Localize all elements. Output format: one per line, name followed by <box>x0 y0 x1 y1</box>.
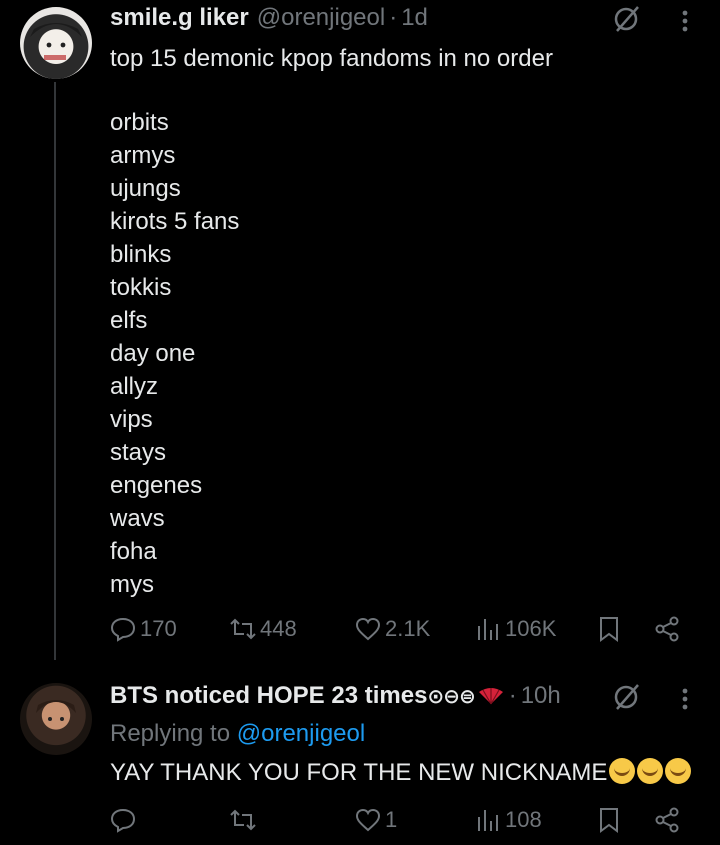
bookmark-button[interactable] <box>596 807 626 833</box>
reply-count: 170 <box>140 616 177 641</box>
like-button[interactable]: 1 <box>355 807 397 833</box>
reply-button[interactable]: 170 <box>110 616 177 642</box>
author-handle[interactable]: @orenjigeol <box>257 4 385 32</box>
reply-button[interactable] <box>110 807 140 833</box>
author-name[interactable]: smile.g liker <box>110 4 249 32</box>
list-item: tokkis <box>110 274 172 301</box>
bookmark-icon <box>600 808 618 833</box>
list-item: wavs <box>110 505 165 532</box>
views-count: 108 <box>505 807 542 832</box>
yum-emoji <box>609 758 636 784</box>
fan-emoji <box>478 688 503 705</box>
list-item: allyz <box>110 373 159 400</box>
reply-actions: 1 108 <box>110 807 700 841</box>
more-icon[interactable] <box>675 684 695 714</box>
like-count: 1 <box>385 807 398 832</box>
replying-to-mention[interactable]: @orenjigeol <box>237 720 365 747</box>
timestamp[interactable]: 1d <box>401 4 428 32</box>
list-item: orbits <box>110 109 169 136</box>
list-item: ujungs <box>110 175 181 202</box>
bookmark-button[interactable] <box>596 616 626 642</box>
tweet-actions: 170 448 2.1K 106K <box>110 616 700 650</box>
yum-emoji <box>665 758 692 784</box>
replying-to: Replying to @orenjigeol <box>110 720 365 748</box>
more-icon[interactable] <box>675 6 695 36</box>
repost-count: 448 <box>260 616 297 641</box>
like-count: 2.1K <box>385 616 431 641</box>
reply-text-row: YAY THANK YOU FOR THE NEW NICKNAME <box>110 758 692 787</box>
repost-icon <box>230 618 256 640</box>
yum-emoji <box>637 758 664 784</box>
reply-icon <box>110 808 136 833</box>
reply-icon <box>110 617 136 642</box>
list-item: stays <box>110 439 167 466</box>
share-icon <box>655 616 679 642</box>
like-icon <box>355 617 381 641</box>
repost-button[interactable] <box>230 807 260 833</box>
grok-icon[interactable] <box>612 682 642 712</box>
like-icon <box>355 808 381 832</box>
list-item: engenes <box>110 472 203 499</box>
views-button[interactable]: 108 <box>475 807 542 833</box>
reply-timestamp[interactable]: 10h <box>521 682 561 710</box>
views-button[interactable]: 106K <box>475 616 556 642</box>
list-item: blinks <box>110 241 172 268</box>
thread-connector-line <box>54 82 56 660</box>
list-item: elfs <box>110 307 148 334</box>
share-button[interactable] <box>654 807 684 833</box>
list-item: vips <box>110 406 153 433</box>
tweet-text: top 15 demonic kpop fandoms in no order <box>110 45 553 72</box>
bookmark-icon <box>600 617 618 642</box>
reply-author-name[interactable]: BTS noticed HOPE 23 times <box>110 682 427 710</box>
views-count: 106K <box>505 616 557 641</box>
fandom-list: orbits armys ujungs kirots 5 fans blinks… <box>110 106 239 601</box>
separator-dot: · <box>389 4 398 31</box>
list-item: kirots 5 fans <box>110 208 240 235</box>
reply-text: YAY THANK YOU FOR THE NEW NICKNAME <box>110 759 608 786</box>
name-badges: ⊙⊖⊜ <box>427 685 475 708</box>
list-item: foha <box>110 538 157 565</box>
like-button[interactable]: 2.1K <box>355 616 430 642</box>
share-icon <box>655 807 679 833</box>
author-avatar[interactable] <box>20 7 92 79</box>
repost-button[interactable]: 448 <box>230 616 297 642</box>
list-item: day one <box>110 340 196 367</box>
replying-to-label: Replying to <box>110 720 231 747</box>
tweet-header: smile.g liker @orenjigeol · 1d <box>110 4 428 32</box>
separator-dot: · <box>508 682 517 709</box>
reply-author-avatar[interactable] <box>20 683 92 755</box>
grok-icon[interactable] <box>612 4 642 34</box>
share-button[interactable] <box>654 616 684 642</box>
repost-icon <box>230 809 256 831</box>
list-item: armys <box>110 142 176 169</box>
views-icon <box>478 619 498 640</box>
reply-header: BTS noticed HOPE 23 times ⊙⊖⊜ · 10h <box>110 682 561 710</box>
list-item: mys <box>110 571 154 598</box>
views-icon <box>478 810 498 831</box>
